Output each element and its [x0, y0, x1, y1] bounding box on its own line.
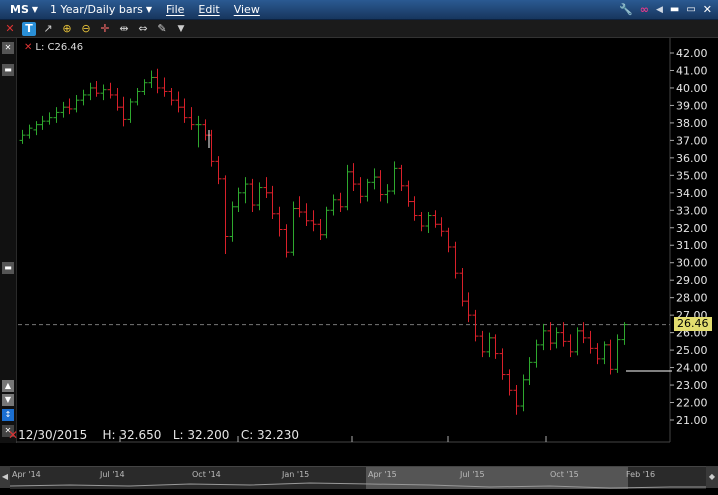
period-label: 1 Year/Daily bars	[50, 3, 143, 16]
bar-spacing-icon[interactable]: ⇔	[136, 22, 150, 36]
status-high: H: 32.650	[102, 428, 162, 442]
zoom-in-icon[interactable]: ⊕	[60, 22, 74, 36]
expand-icon[interactable]: ▬	[2, 262, 14, 274]
navigator-label: Oct '15	[550, 470, 579, 479]
price-tick-label: 21.00	[676, 414, 708, 427]
wrench-icon[interactable]: 🔧	[619, 3, 633, 16]
symbol-selector[interactable]: MS ▼	[6, 3, 38, 16]
symbol-label: MS	[10, 3, 29, 16]
scale-icon[interactable]: ↕	[2, 409, 14, 421]
settings-icon[interactable]: ✎	[155, 22, 169, 36]
navigator-labels: Apr '14 Jul '14 Oct '14 Jan '15 Apr '15 Jul '…	[10, 470, 706, 482]
price-tick-label: 40.00	[676, 82, 708, 95]
line-icon[interactable]: ↗	[41, 22, 55, 36]
price-chart[interactable]: 42.00 41.00 40.00 39.00 38.00 37.00 36.00 35.00…	[16, 38, 718, 443]
scroll-down-icon[interactable]: ▼	[2, 394, 14, 406]
price-tick-label: 24.00	[676, 362, 708, 375]
navigator-label: Jul '14	[100, 470, 125, 479]
close-icon[interactable]: ✕	[703, 3, 712, 16]
chart-legend: ✕ L: C26.46	[24, 42, 83, 53]
text-icon[interactable]: T	[22, 21, 36, 36]
maximize-icon[interactable]: ▭	[686, 4, 695, 15]
navigator-label: Apr '14	[12, 470, 41, 479]
menu-file[interactable]: File	[166, 3, 184, 16]
menu-bar: MS ▼ 1 Year/Daily bars ▼ File Edit View …	[0, 0, 718, 20]
minimize-icon[interactable]: ▬	[670, 4, 679, 15]
price-tick-label: 41.00	[676, 64, 708, 77]
chart-area[interactable]: 42.00 41.00 40.00 39.00 38.00 37.00 36.00 35.00…	[16, 38, 718, 443]
price-tick-label: 32.00	[676, 222, 708, 235]
price-tick-label: 39.00	[676, 99, 708, 112]
price-tick-label: 35.00	[676, 169, 708, 182]
legend-text: L: C26.46	[35, 42, 84, 53]
price-tick-label: 22.00	[676, 397, 708, 410]
chart-toolbar: ✕ T ↗ ⊕ ⊖ ✛ ⇹ ⇔ ✎ ▼	[0, 20, 718, 38]
menu-edit[interactable]: Edit	[198, 3, 219, 16]
link-icon[interactable]: ∞	[640, 3, 649, 16]
navigator-label: Feb '16	[626, 470, 656, 479]
last-price-tag: 26.46	[674, 317, 712, 331]
close-icon[interactable]: ✕	[2, 42, 14, 54]
navigator-label: Oct '14	[192, 470, 221, 479]
price-tick-label: 42.00	[676, 47, 708, 60]
navigator-right-button[interactable]: ◆	[706, 466, 718, 488]
crosshair-icon[interactable]: ✛	[98, 22, 112, 36]
status-date: 12/30/2015	[18, 428, 88, 442]
price-tick-label: 30.00	[676, 257, 708, 270]
navigator-sparkline	[10, 482, 706, 489]
dropdown-icon[interactable]: ▼	[174, 22, 188, 36]
navigator-label: Jul '15	[460, 470, 485, 479]
price-tick-label: 23.00	[676, 379, 708, 392]
close-icon[interactable]: ✕	[24, 42, 32, 53]
time-navigator[interactable]: Apr '14 Jul '14 Oct '14 Jan '15 Apr '15 Jul '…	[10, 466, 706, 489]
price-tick-label: 29.00	[676, 274, 708, 287]
price-tick-label: 38.00	[676, 117, 708, 130]
status-line: ✕12/30/2015 H: 32.650 L: 32.200 C: 32.23…	[8, 428, 299, 442]
navigator-label: Jan '15	[282, 470, 310, 479]
price-tick-label: 36.00	[676, 152, 708, 165]
chevron-down-icon: ▼	[31, 5, 39, 14]
price-tick-label: 28.00	[676, 292, 708, 305]
close-icon[interactable]: ✕	[3, 22, 17, 36]
status-close: C: 32.230	[240, 428, 300, 442]
close-icon[interactable]: ✕	[8, 428, 18, 442]
bar-width-icon[interactable]: ⇹	[117, 22, 131, 36]
zoom-out-icon[interactable]: ⊖	[79, 22, 93, 36]
price-tick-label: 33.00	[676, 204, 708, 217]
status-low: L: 32.200	[172, 428, 230, 442]
window-controls: 🔧 ∞ ◀ ▬ ▭ ✕	[619, 3, 712, 16]
chevron-left-icon[interactable]: ◀	[656, 5, 663, 15]
scroll-up-icon[interactable]: ▲	[2, 380, 14, 392]
price-tick-label: 34.00	[676, 187, 708, 200]
navigator-left-button[interactable]: ◀	[0, 466, 10, 488]
price-tick-label: 37.00	[676, 134, 708, 147]
menu-view[interactable]: View	[234, 3, 260, 16]
price-tick-label: 31.00	[676, 239, 708, 252]
price-tick-label: 25.00	[676, 344, 708, 357]
chevron-down-icon: ▼	[145, 5, 152, 14]
navigator-label: Apr '15	[368, 470, 397, 479]
left-scrollbar[interactable]: ✕ ▬ ▬ ▲ ▼ ↕ ✕	[0, 38, 17, 443]
period-selector[interactable]: 1 Year/Daily bars ▼	[50, 3, 152, 16]
collapse-icon[interactable]: ▬	[2, 64, 14, 76]
